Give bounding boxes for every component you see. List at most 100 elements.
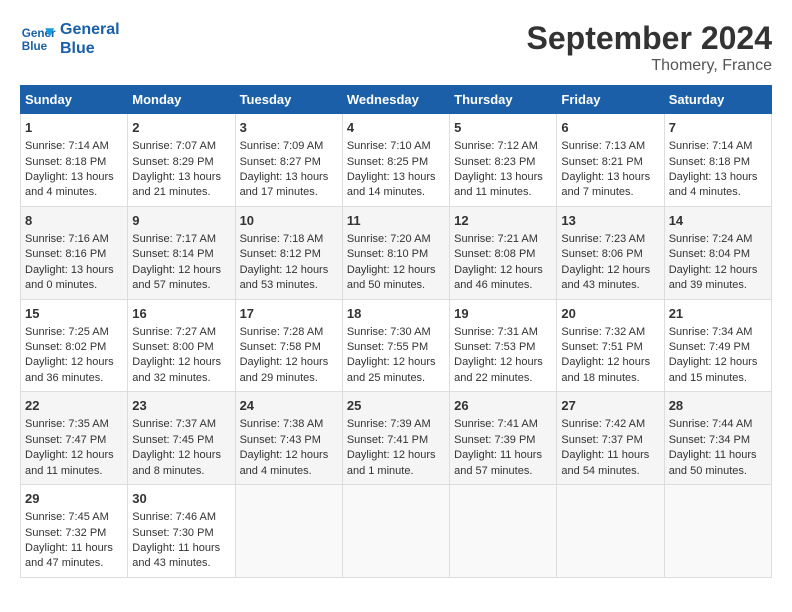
daylight: Daylight: 12 hours: [132, 356, 221, 368]
sunset: Sunset: 7:58 PM: [240, 341, 321, 353]
sunset: Sunset: 7:49 PM: [669, 341, 750, 353]
daylight-extra: and 22 minutes.: [454, 372, 532, 384]
sunrise: Sunrise: 7:12 AM: [454, 140, 538, 152]
daylight: Daylight: 12 hours: [132, 449, 221, 461]
sunrise: Sunrise: 7:18 AM: [240, 233, 324, 245]
daylight-extra: and 7 minutes.: [561, 186, 633, 198]
table-row: 15Sunrise: 7:25 AMSunset: 8:02 PMDayligh…: [21, 299, 128, 392]
table-row: 4Sunrise: 7:10 AMSunset: 8:25 PMDaylight…: [342, 114, 449, 207]
table-row: 24Sunrise: 7:38 AMSunset: 7:43 PMDayligh…: [235, 392, 342, 485]
daylight-extra: and 53 minutes.: [240, 279, 318, 291]
table-row: 17Sunrise: 7:28 AMSunset: 7:58 PMDayligh…: [235, 299, 342, 392]
col-sunday: Sunday: [21, 86, 128, 114]
table-row: 26Sunrise: 7:41 AMSunset: 7:39 PMDayligh…: [450, 392, 557, 485]
sunset: Sunset: 7:43 PM: [240, 434, 321, 446]
day-number: 12: [454, 212, 552, 230]
sunset: Sunset: 8:16 PM: [25, 248, 106, 260]
daylight-extra: and 50 minutes.: [347, 279, 425, 291]
sunrise: Sunrise: 7:32 AM: [561, 326, 645, 338]
sunrise: Sunrise: 7:37 AM: [132, 418, 216, 430]
table-row: 1Sunrise: 7:14 AMSunset: 8:18 PMDaylight…: [21, 114, 128, 207]
table-row: 11Sunrise: 7:20 AMSunset: 8:10 PMDayligh…: [342, 206, 449, 299]
daylight-extra: and 4 minutes.: [240, 465, 312, 477]
daylight-extra: and 36 minutes.: [25, 372, 103, 384]
title-block: September 2024 Thomery, France: [527, 20, 772, 75]
logo-icon: General Blue: [20, 21, 56, 57]
sunrise: Sunrise: 7:45 AM: [25, 511, 109, 523]
daylight: Daylight: 12 hours: [347, 449, 436, 461]
daylight: Daylight: 12 hours: [347, 356, 436, 368]
table-row: 29Sunrise: 7:45 AMSunset: 7:32 PMDayligh…: [21, 485, 128, 578]
sunset: Sunset: 7:30 PM: [132, 527, 213, 539]
daylight-extra: and 1 minute.: [347, 465, 414, 477]
day-number: 17: [240, 305, 338, 323]
daylight: Daylight: 13 hours: [669, 171, 758, 183]
daylight-extra: and 17 minutes.: [240, 186, 318, 198]
logo-text-line1: General: [60, 20, 120, 39]
sunset: Sunset: 8:02 PM: [25, 341, 106, 353]
daylight: Daylight: 11 hours: [454, 449, 542, 461]
day-number: 6: [561, 119, 659, 137]
day-number: 2: [132, 119, 230, 137]
header-row: Sunday Monday Tuesday Wednesday Thursday…: [21, 86, 772, 114]
sunset: Sunset: 7:39 PM: [454, 434, 535, 446]
table-row: 18Sunrise: 7:30 AMSunset: 7:55 PMDayligh…: [342, 299, 449, 392]
daylight: Daylight: 11 hours: [669, 449, 757, 461]
daylight: Daylight: 11 hours: [561, 449, 649, 461]
day-number: 4: [347, 119, 445, 137]
day-number: 26: [454, 397, 552, 415]
day-number: 30: [132, 490, 230, 508]
daylight-extra: and 39 minutes.: [669, 279, 747, 291]
sunset: Sunset: 7:47 PM: [25, 434, 106, 446]
logo: General Blue General Blue: [20, 20, 120, 58]
sunrise: Sunrise: 7:39 AM: [347, 418, 431, 430]
logo-text-line2: Blue: [60, 39, 120, 58]
sunset: Sunset: 7:53 PM: [454, 341, 535, 353]
col-thursday: Thursday: [450, 86, 557, 114]
daylight-extra: and 57 minutes.: [132, 279, 210, 291]
sunset: Sunset: 7:34 PM: [669, 434, 750, 446]
sunrise: Sunrise: 7:21 AM: [454, 233, 538, 245]
table-row: 7Sunrise: 7:14 AMSunset: 8:18 PMDaylight…: [664, 114, 771, 207]
daylight: Daylight: 12 hours: [25, 356, 114, 368]
daylight-extra: and 15 minutes.: [669, 372, 747, 384]
daylight-extra: and 18 minutes.: [561, 372, 639, 384]
sunrise: Sunrise: 7:20 AM: [347, 233, 431, 245]
daylight-extra: and 54 minutes.: [561, 465, 639, 477]
sunrise: Sunrise: 7:31 AM: [454, 326, 538, 338]
table-row: [557, 485, 664, 578]
sunrise: Sunrise: 7:17 AM: [132, 233, 216, 245]
day-number: 9: [132, 212, 230, 230]
sunset: Sunset: 7:37 PM: [561, 434, 642, 446]
sunrise: Sunrise: 7:28 AM: [240, 326, 324, 338]
sunrise: Sunrise: 7:38 AM: [240, 418, 324, 430]
day-number: 10: [240, 212, 338, 230]
daylight: Daylight: 11 hours: [25, 542, 113, 554]
daylight-extra: and 46 minutes.: [454, 279, 532, 291]
table-row: [450, 485, 557, 578]
sunset: Sunset: 8:21 PM: [561, 156, 642, 168]
sunset: Sunset: 7:45 PM: [132, 434, 213, 446]
table-row: 9Sunrise: 7:17 AMSunset: 8:14 PMDaylight…: [128, 206, 235, 299]
table-row: 30Sunrise: 7:46 AMSunset: 7:30 PMDayligh…: [128, 485, 235, 578]
table-row: 12Sunrise: 7:21 AMSunset: 8:08 PMDayligh…: [450, 206, 557, 299]
sunset: Sunset: 7:32 PM: [25, 527, 106, 539]
table-row: 10Sunrise: 7:18 AMSunset: 8:12 PMDayligh…: [235, 206, 342, 299]
day-number: 1: [25, 119, 123, 137]
sunset: Sunset: 8:27 PM: [240, 156, 321, 168]
sunrise: Sunrise: 7:24 AM: [669, 233, 753, 245]
sunset: Sunset: 8:18 PM: [25, 156, 106, 168]
daylight: Daylight: 13 hours: [454, 171, 543, 183]
day-number: 25: [347, 397, 445, 415]
sunrise: Sunrise: 7:30 AM: [347, 326, 431, 338]
sunset: Sunset: 8:25 PM: [347, 156, 428, 168]
daylight-extra: and 29 minutes.: [240, 372, 318, 384]
daylight: Daylight: 12 hours: [25, 449, 114, 461]
col-monday: Monday: [128, 86, 235, 114]
daylight: Daylight: 12 hours: [240, 449, 329, 461]
daylight-extra: and 4 minutes.: [669, 186, 741, 198]
sunset: Sunset: 8:10 PM: [347, 248, 428, 260]
sunset: Sunset: 8:23 PM: [454, 156, 535, 168]
table-row: [664, 485, 771, 578]
sunrise: Sunrise: 7:44 AM: [669, 418, 753, 430]
